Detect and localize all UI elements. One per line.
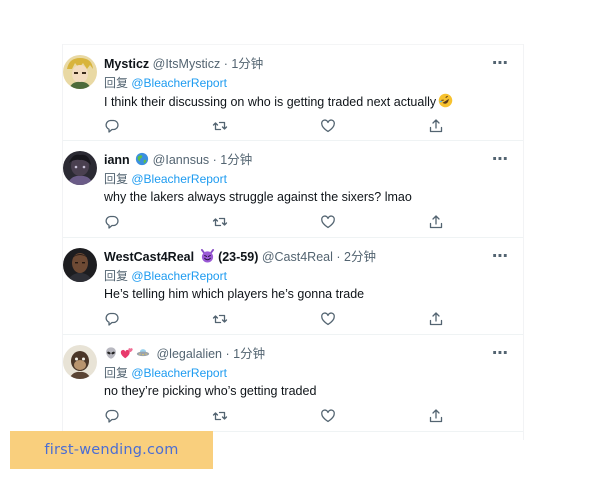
reply-icon[interactable] [104, 118, 120, 134]
display-name[interactable]: iann [104, 153, 130, 167]
timestamp[interactable]: 1分钟 [233, 347, 265, 361]
reply-prefix: 回复 [104, 172, 129, 186]
retweet-icon[interactable] [212, 311, 228, 327]
reply-tweet[interactable]: Mysticz @ItsMysticz · 1分钟 ⋯ 回复 @Bleacher… [63, 44, 523, 141]
like-icon[interactable] [320, 311, 336, 327]
tweet-text: no they’re picking who’s getting traded [104, 384, 317, 398]
tweet-header: Mysticz @ItsMysticz · 1分钟 [104, 56, 487, 72]
smiling-devil-emoji [200, 249, 215, 263]
reply-feed: Mysticz @ItsMysticz · 1分钟 ⋯ 回复 @Bleacher… [62, 44, 524, 440]
retweet-icon[interactable] [212, 214, 228, 230]
reply-prefix: 回复 [104, 76, 129, 90]
reply-to-handle[interactable]: @BleacherReport [131, 366, 227, 380]
reply-context: 回复 @BleacherReport [104, 171, 227, 187]
separator: · [223, 57, 228, 71]
avatar[interactable] [63, 345, 97, 379]
more-options-icon[interactable]: ⋯ [492, 246, 509, 266]
alien-emoji [104, 346, 118, 364]
share-icon[interactable] [428, 118, 444, 134]
like-icon[interactable] [320, 408, 336, 424]
reply-context: 回复 @BleacherReport [104, 365, 227, 381]
tweet-header: @legalalien · 1分钟 [104, 346, 487, 364]
globe-emoji [135, 152, 149, 166]
avatar[interactable] [63, 248, 97, 282]
avatar[interactable] [63, 151, 97, 185]
timestamp[interactable]: 1分钟 [231, 57, 263, 71]
display-name[interactable]: Mysticz [104, 57, 149, 71]
share-icon[interactable] [428, 214, 444, 230]
more-options-icon[interactable]: ⋯ [492, 149, 509, 169]
user-handle[interactable]: @Cast4Real [262, 250, 333, 264]
tweet-text: He’s telling him which players he’s gonn… [104, 287, 365, 301]
tweet-header: iann @Iannsus · 1分钟 [104, 152, 487, 168]
display-name-emojis[interactable] [104, 346, 150, 364]
retweet-icon[interactable] [212, 408, 228, 424]
timestamp[interactable]: 1分钟 [220, 153, 252, 167]
reply-icon[interactable] [104, 311, 120, 327]
like-icon[interactable] [320, 118, 336, 134]
tweet-text: I think their discussing on who is getti… [104, 93, 503, 110]
user-handle[interactable]: @legalalien [156, 347, 222, 361]
reply-context: 回复 @BleacherReport [104, 75, 227, 91]
reply-to-handle[interactable]: @BleacherReport [131, 269, 227, 283]
watermark-banner: first-wending.com [10, 431, 213, 469]
tweet-text: why the lakers always struggle against t… [104, 190, 412, 204]
two-hearts-emoji [120, 346, 134, 364]
display-name[interactable]: WestCast4Real [104, 250, 194, 264]
user-handle[interactable]: @Iannsus [153, 153, 209, 167]
reply-icon[interactable] [104, 408, 120, 424]
retweet-icon[interactable] [212, 118, 228, 134]
separator: · [212, 153, 217, 167]
reply-prefix: 回复 [104, 269, 129, 283]
reply-tweet[interactable]: @legalalien · 1分钟 ⋯ 回复 @BleacherReport n… [63, 335, 523, 432]
tweet-actions [104, 214, 444, 230]
reply-prefix: 回复 [104, 366, 129, 380]
user-handle[interactable]: @ItsMysticz [153, 57, 221, 71]
rolling-on-floor-laughing-emoji [438, 93, 453, 108]
reply-context: 回复 @BleacherReport [104, 268, 227, 284]
separator: · [336, 250, 341, 264]
like-icon[interactable] [320, 214, 336, 230]
separator: · [225, 347, 230, 361]
reply-tweet[interactable]: WestCast4Real (23-59) @Cast4Real · 2分钟 ⋯… [63, 238, 523, 335]
reply-to-handle[interactable]: @BleacherReport [131, 76, 227, 90]
flying-saucer-emoji [136, 346, 150, 364]
tweet-actions [104, 408, 444, 424]
tweet-actions [104, 118, 444, 134]
share-icon[interactable] [428, 408, 444, 424]
reply-to-handle[interactable]: @BleacherReport [131, 172, 227, 186]
tweet-header: WestCast4Real (23-59) @Cast4Real · 2分钟 [104, 249, 487, 265]
timestamp[interactable]: 2分钟 [344, 250, 376, 264]
more-options-icon[interactable]: ⋯ [492, 53, 509, 73]
tweet-actions [104, 311, 444, 327]
share-icon[interactable] [428, 311, 444, 327]
more-options-icon[interactable]: ⋯ [492, 343, 509, 363]
reply-icon[interactable] [104, 214, 120, 230]
avatar[interactable] [63, 55, 97, 89]
tweet-text-content: I think their discussing on who is getti… [104, 95, 437, 109]
reply-tweet[interactable]: iann @Iannsus · 1分钟 ⋯ 回复 @BleacherReport… [63, 141, 523, 238]
team-record: (23-59) [218, 250, 259, 264]
